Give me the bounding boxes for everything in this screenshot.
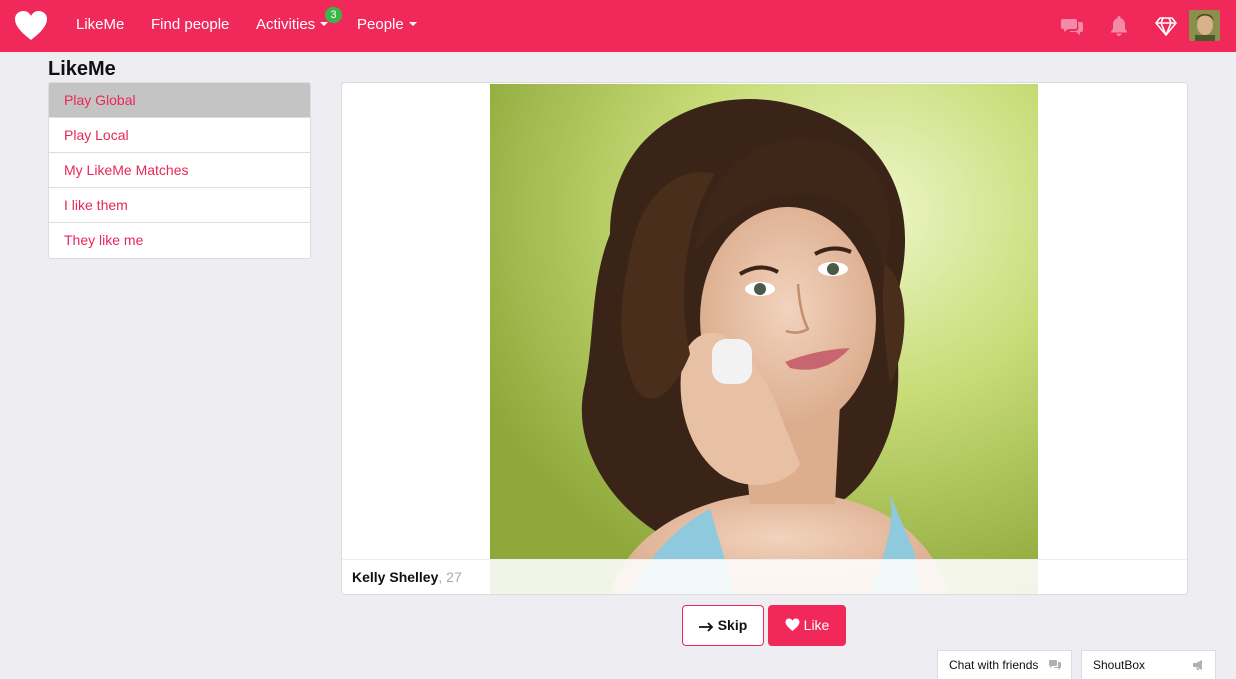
profile-caption: Kelly Shelley, 27 <box>342 559 1187 594</box>
heart-logo-icon[interactable] <box>14 10 48 42</box>
chevron-down-icon <box>320 22 329 26</box>
shoutbox-tab[interactable]: ShoutBox <box>1081 650 1216 679</box>
sidebar-item-they-like-me[interactable]: They like me <box>49 223 310 258</box>
page-title: LikeMe <box>48 58 116 80</box>
diamond-icon[interactable] <box>1154 14 1178 38</box>
nav-people[interactable]: People <box>357 0 417 52</box>
arrow-right-icon <box>698 622 713 632</box>
like-label: Like <box>803 617 830 633</box>
chevron-down-icon <box>408 22 417 26</box>
nav-likeme[interactable]: LikeMe <box>76 0 124 52</box>
profile-age: , 27 <box>438 569 462 585</box>
chat-with-friends-tab[interactable]: Chat with friends <box>937 650 1072 679</box>
profile-name[interactable]: Kelly Shelley <box>352 569 438 585</box>
profile-photo[interactable] <box>490 84 1038 594</box>
shoutbox-label: ShoutBox <box>1093 658 1146 672</box>
avatar[interactable] <box>1189 10 1220 41</box>
sidebar-item-my-matches[interactable]: My LikeMe Matches <box>49 153 310 188</box>
top-navbar: LikeMe Find people Activities 3 People <box>0 0 1236 52</box>
skip-button[interactable]: Skip <box>682 605 764 646</box>
nav-activities[interactable]: Activities <box>256 0 329 52</box>
chat-bubbles-icon[interactable] <box>1061 14 1085 38</box>
heart-icon <box>785 618 800 631</box>
like-button[interactable]: Like <box>768 605 846 646</box>
sidebar-item-play-global[interactable]: Play Global <box>49 83 310 118</box>
nav-people-label: People <box>357 16 404 33</box>
bell-icon[interactable] <box>1107 14 1131 38</box>
profile-card: Kelly Shelley, 27 <box>341 82 1188 595</box>
sidebar-item-play-local[interactable]: Play Local <box>49 118 310 153</box>
likeme-sidebar-menu: Play Global Play Local My LikeMe Matches… <box>48 82 311 259</box>
nav-find-people[interactable]: Find people <box>151 0 229 52</box>
megaphone-icon <box>1193 660 1202 670</box>
skip-label: Skip <box>717 617 748 633</box>
chat-bubbles-icon <box>1049 660 1061 670</box>
activities-badge: 3 <box>325 7 342 23</box>
sidebar-item-i-like-them[interactable]: I like them <box>49 188 310 223</box>
nav-activities-label: Activities <box>256 16 316 33</box>
chat-with-friends-label: Chat with friends <box>949 658 1039 672</box>
